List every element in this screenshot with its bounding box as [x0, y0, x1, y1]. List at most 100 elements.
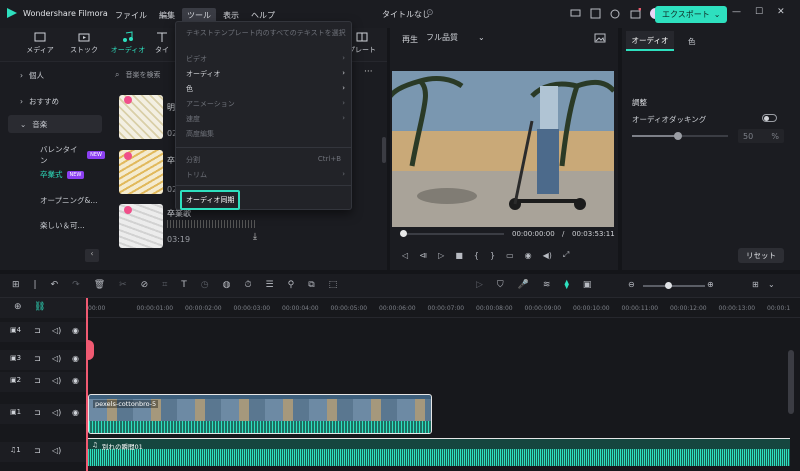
- mic-icon[interactable]: 🎤: [518, 280, 529, 290]
- download-icon[interactable]: ⤓: [253, 232, 257, 242]
- crop-icon[interactable]: ⌗: [162, 280, 167, 290]
- cut-icon[interactable]: ✂: [119, 280, 127, 290]
- tab-audio[interactable]: オーディオ: [106, 31, 150, 55]
- volume-icon[interactable]: ◀): [543, 251, 552, 260]
- tab-stock[interactable]: ストック: [62, 31, 106, 55]
- grid-icon[interactable]: ⊞: [752, 280, 759, 289]
- sidebar-item-music[interactable]: ⌄ 音楽: [8, 115, 102, 133]
- scrollbar[interactable]: [382, 137, 386, 163]
- undo-icon[interactable]: ↶: [51, 280, 59, 290]
- layout-icon[interactable]: ⊞: [12, 280, 20, 290]
- ducking-slider-handle[interactable]: [674, 132, 683, 140]
- menu-audio[interactable]: オーディオ: [186, 69, 221, 79]
- adjust-icon[interactable]: ☰: [266, 280, 274, 290]
- zoom-in-icon[interactable]: ⊕: [707, 280, 714, 289]
- menu-animation[interactable]: アニメーション: [186, 99, 235, 109]
- speaker-icon[interactable]: ◁): [52, 354, 61, 363]
- keyframe-icon[interactable]: ⬚: [329, 280, 338, 290]
- menu-color[interactable]: 色: [186, 84, 193, 94]
- sidebar-sub-opening[interactable]: オープニング&...: [40, 195, 98, 206]
- audio-clip[interactable]: ♫ 別れの瞬間01: [88, 438, 790, 466]
- menu-speed[interactable]: 速度: [186, 114, 200, 124]
- sidebar-sub-fun[interactable]: 楽しい＆可...: [40, 220, 85, 231]
- folder-icon[interactable]: ⊐: [34, 354, 41, 363]
- save-icon[interactable]: [590, 8, 601, 19]
- step-back-icon[interactable]: ⧏: [419, 251, 427, 260]
- playback-slider[interactable]: [404, 233, 504, 235]
- speaker-icon[interactable]: ◁): [52, 408, 61, 417]
- collapse-sidebar-button[interactable]: ‹: [85, 249, 99, 262]
- marker-icon[interactable]: ⛉: [497, 280, 504, 290]
- folder-icon[interactable]: ⊐: [34, 326, 41, 335]
- prev-frame-icon[interactable]: ◁: [402, 251, 408, 260]
- snapshot-icon[interactable]: [594, 33, 606, 43]
- menu-audio-sync[interactable]: オーディオ同期: [186, 195, 235, 205]
- sidebar-sub-valentine[interactable]: バレンタイン NEW: [40, 144, 105, 166]
- menu-advanced-edit[interactable]: 高度編集: [186, 129, 214, 139]
- zoom-out-icon[interactable]: ⊖: [628, 280, 635, 289]
- stop-icon[interactable]: ■: [455, 251, 463, 260]
- mark-out-icon[interactable]: }: [490, 251, 495, 260]
- menu-trim[interactable]: トリム: [186, 170, 207, 180]
- quality-select[interactable]: フル品質 ⌄: [426, 32, 485, 43]
- reset-button[interactable]: リセット: [738, 248, 784, 263]
- zoom-slider[interactable]: [643, 285, 705, 287]
- ducking-toggle[interactable]: [762, 114, 777, 122]
- color-icon[interactable]: ◍: [223, 280, 231, 290]
- speaker-icon[interactable]: ◁): [52, 326, 61, 335]
- playhead-handle[interactable]: [400, 230, 407, 237]
- eye-icon[interactable]: ◉: [72, 408, 79, 417]
- add-track-icon[interactable]: ⊕: [14, 302, 22, 312]
- camera-icon[interactable]: ◉: [525, 251, 532, 260]
- close-icon[interactable]: ✕: [777, 7, 785, 17]
- menu-file[interactable]: ファイル: [110, 8, 152, 23]
- timer-icon[interactable]: ⏱: [245, 280, 252, 290]
- sidebar-sub-graduation[interactable]: 卒業式 NEW: [40, 169, 85, 180]
- cloud-icon[interactable]: [610, 8, 621, 19]
- display-icon[interactable]: ▭: [506, 251, 514, 260]
- snap-icon[interactable]: ⧫: [564, 280, 568, 290]
- audio-mix-icon[interactable]: ≋: [543, 280, 551, 290]
- menu-video[interactable]: ビデオ: [186, 54, 207, 64]
- render-icon[interactable]: ▷: [476, 280, 483, 290]
- tab-titles[interactable]: タイ: [150, 31, 174, 55]
- sidebar-item-personal[interactable]: › 個人: [8, 66, 102, 84]
- speaker-icon[interactable]: ◁): [52, 446, 61, 455]
- eye-icon[interactable]: ◉: [72, 354, 79, 363]
- transition-icon[interactable]: ▣: [583, 280, 592, 290]
- tab-audio-props[interactable]: オーディオ: [626, 31, 674, 51]
- ducking-value-input[interactable]: 50%: [738, 129, 784, 143]
- link-icon[interactable]: ⛓: [34, 302, 45, 312]
- tab-color-props[interactable]: 色: [688, 36, 696, 47]
- maximize-icon[interactable]: ☐: [755, 7, 763, 17]
- sidebar-item-recommended[interactable]: › おすすめ: [8, 92, 102, 110]
- menu-select-all-text[interactable]: テキストテンプレート内のすべてのテキストを選択: [186, 28, 346, 38]
- play-icon[interactable]: ▷: [438, 251, 444, 260]
- gift-icon[interactable]: [630, 8, 641, 19]
- zoom-slider-handle[interactable]: [664, 282, 672, 289]
- redo-icon[interactable]: ↷: [72, 280, 80, 290]
- cursor-icon[interactable]: |: [34, 280, 37, 290]
- fullscreen-icon[interactable]: ⤢: [563, 250, 569, 260]
- delete-icon[interactable]: 🗑: [94, 280, 105, 290]
- menu-split[interactable]: 分割: [186, 155, 200, 165]
- motion-icon[interactable]: ⚲: [288, 280, 295, 290]
- timeline-ruler[interactable]: 00:00 00:00:01:00 00:00:02:00 00:00:03:00 00…: [86, 298, 800, 318]
- more-options-icon[interactable]: ···: [364, 67, 373, 77]
- speed-icon[interactable]: ◷: [201, 280, 209, 290]
- speaker-icon[interactable]: ◁): [52, 376, 61, 385]
- eye-icon[interactable]: ◉: [72, 326, 79, 335]
- folder-icon[interactable]: ⊐: [34, 446, 41, 455]
- chevron-down-icon[interactable]: ⌄: [768, 280, 775, 289]
- mark-in-icon[interactable]: {: [474, 251, 479, 260]
- minimize-icon[interactable]: —: [732, 7, 741, 17]
- tab-media[interactable]: メディア: [18, 31, 62, 55]
- stabilize-icon[interactable]: ⧉: [308, 280, 314, 290]
- tag-icon[interactable]: ⊘: [141, 280, 149, 290]
- video-clip[interactable]: pexels-cottonbro-5: [88, 394, 432, 434]
- text-tool-icon[interactable]: T: [181, 280, 187, 290]
- eye-icon[interactable]: ◉: [72, 376, 79, 385]
- folder-icon[interactable]: ⊐: [34, 376, 41, 385]
- export-button[interactable]: エクスポート ⌄: [655, 6, 728, 23]
- timeline-scrollbar[interactable]: [788, 350, 794, 414]
